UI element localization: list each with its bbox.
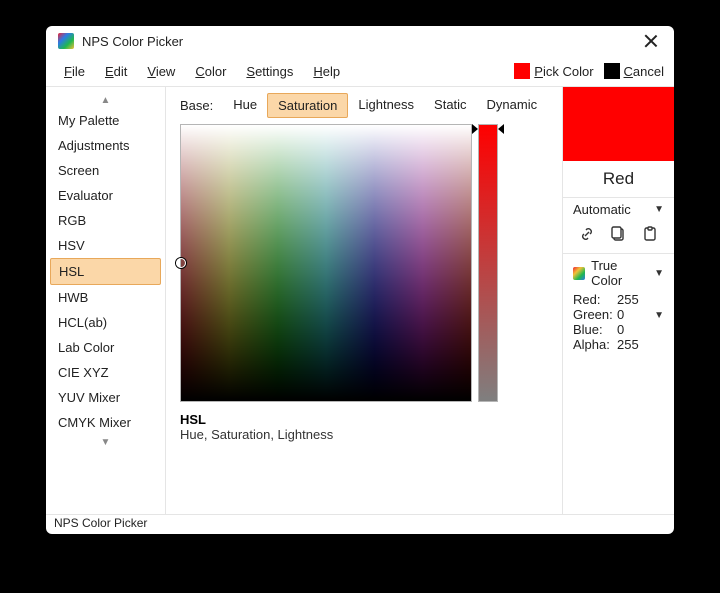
color-space-label: True Color xyxy=(591,258,648,288)
sidebar-item-cmyk-mixer[interactable]: CMYK Mixer xyxy=(50,410,161,435)
preview-panel: Red Automatic ▼ True Color xyxy=(562,87,674,514)
color-preview xyxy=(563,87,674,161)
status-bar: NPS Color Picker xyxy=(46,514,674,534)
channel-row: Red:255 xyxy=(573,292,664,307)
window-title: NPS Color Picker xyxy=(82,34,183,49)
channel-value: 255 xyxy=(617,292,639,307)
tab-dynamic[interactable]: Dynamic xyxy=(477,93,548,118)
body: ▲ My PaletteAdjustmentsScreenEvaluatorRG… xyxy=(46,86,674,514)
app-window: NPS Color Picker File Edit View Color Se… xyxy=(46,26,674,534)
menu-edit[interactable]: Edit xyxy=(97,60,135,83)
slider-marker-right-icon xyxy=(498,124,504,134)
base-tabs: Base: HueSaturationLightnessStaticDynami… xyxy=(180,93,552,118)
color-name: Red xyxy=(563,161,674,195)
app-icon xyxy=(58,33,74,49)
model-fullname: Hue, Saturation, Lightness xyxy=(180,427,333,442)
paste-icon[interactable] xyxy=(641,225,659,243)
slider-marker-left-icon xyxy=(472,124,478,134)
sidebar-item-yuv-mixer[interactable]: YUV Mixer xyxy=(50,385,161,410)
channel-row: Green:0 xyxy=(573,307,664,322)
base-label: Base: xyxy=(180,94,223,117)
chevron-down-icon: ▼ xyxy=(654,268,664,279)
channel-value: 0 xyxy=(617,307,624,322)
menu-help[interactable]: Help xyxy=(305,60,348,83)
copy-icon[interactable] xyxy=(609,225,627,243)
channel-key: Blue: xyxy=(573,322,617,337)
menu-view[interactable]: View xyxy=(139,60,183,83)
titlebar: NPS Color Picker xyxy=(46,26,674,56)
sidebar-list: My PaletteAdjustmentsScreenEvaluatorRGBH… xyxy=(48,108,163,435)
chevron-down-icon: ▼ xyxy=(654,204,664,215)
channel-key: Alpha: xyxy=(573,337,617,352)
model-description: HSL Hue, Saturation, Lightness xyxy=(180,412,552,442)
pick-color-swatch xyxy=(514,63,530,79)
menu-color[interactable]: Color xyxy=(187,60,234,83)
channel-key: Red: xyxy=(573,292,617,307)
sidebar-scroll-up[interactable]: ▲ xyxy=(48,93,163,108)
sidebar-item-hcl-ab-[interactable]: HCL(ab) xyxy=(50,310,161,335)
channel-value: 0 xyxy=(617,322,624,337)
channel-row: Alpha:255 xyxy=(573,337,664,352)
menubar: File Edit View Color Settings Help Pick … xyxy=(46,56,674,86)
menu-file[interactable]: File xyxy=(56,60,93,83)
channel-key: Green: xyxy=(573,307,617,322)
mode-label: Automatic xyxy=(573,202,631,217)
close-button[interactable] xyxy=(644,34,658,48)
color-space-dropdown[interactable]: True Color ▼ xyxy=(563,256,674,290)
chevron-down-icon: ▼ xyxy=(654,310,664,321)
sidebar-item-my-palette[interactable]: My Palette xyxy=(50,108,161,133)
field-cursor-icon xyxy=(176,258,186,268)
model-acronym: HSL xyxy=(180,412,206,427)
sidebar-item-screen[interactable]: Screen xyxy=(50,158,161,183)
sidebar-item-hsl[interactable]: HSL xyxy=(50,258,161,285)
pick-color-button[interactable]: Pick Color xyxy=(514,63,593,79)
channel-readout[interactable]: ▼ Red:255Green:0Blue:0Alpha:255 xyxy=(563,290,674,352)
sidebar: ▲ My PaletteAdjustmentsScreenEvaluatorRG… xyxy=(46,87,166,514)
tab-hue[interactable]: Hue xyxy=(223,93,267,118)
sidebar-item-evaluator[interactable]: Evaluator xyxy=(50,183,161,208)
color-field[interactable] xyxy=(180,124,472,402)
sidebar-item-rgb[interactable]: RGB xyxy=(50,208,161,233)
sidebar-scroll-down[interactable]: ▼ xyxy=(48,435,163,450)
sidebar-item-cie-xyz[interactable]: CIE XYZ xyxy=(50,360,161,385)
menu-settings[interactable]: Settings xyxy=(238,60,301,83)
sidebar-item-hwb[interactable]: HWB xyxy=(50,285,161,310)
tab-static[interactable]: Static xyxy=(424,93,477,118)
channel-row: Blue:0 xyxy=(573,322,664,337)
color-space-icon xyxy=(573,267,585,280)
saturation-slider[interactable] xyxy=(478,124,498,402)
center-panel: Base: HueSaturationLightnessStaticDynami… xyxy=(166,87,562,514)
channel-value: 255 xyxy=(617,337,639,352)
cancel-swatch xyxy=(604,63,620,79)
tab-lightness[interactable]: Lightness xyxy=(348,93,424,118)
sidebar-item-lab-color[interactable]: Lab Color xyxy=(50,335,161,360)
mode-dropdown[interactable]: Automatic ▼ xyxy=(563,200,674,219)
sidebar-item-hsv[interactable]: HSV xyxy=(50,233,161,258)
tab-saturation[interactable]: Saturation xyxy=(267,93,348,118)
cancel-button[interactable]: Cancel xyxy=(604,63,664,79)
sidebar-item-adjustments[interactable]: Adjustments xyxy=(50,133,161,158)
link-icon[interactable] xyxy=(578,225,596,243)
